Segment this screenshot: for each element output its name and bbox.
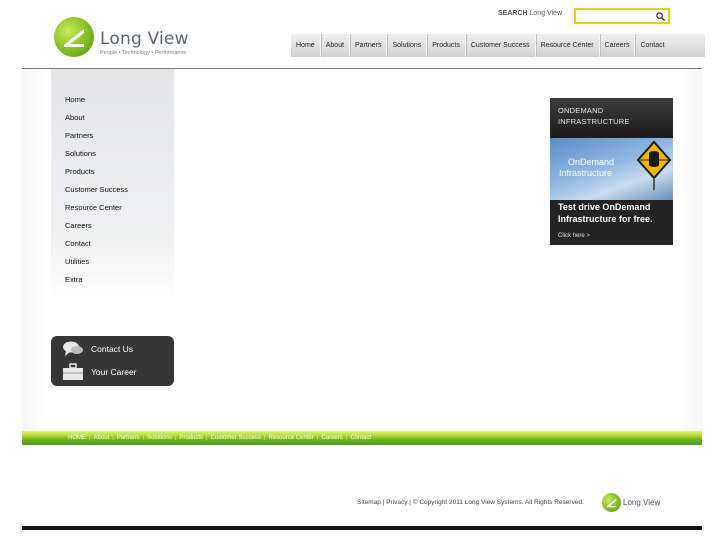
topnav-resource-center[interactable]: Resource Center xyxy=(536,34,600,57)
your-career-link[interactable]: Your Career xyxy=(62,362,137,382)
footer-logo-text: Long View xyxy=(623,498,661,507)
footer-logo-mark-icon xyxy=(602,493,621,512)
topnav-about[interactable]: About xyxy=(321,34,350,57)
ad-click-here-link[interactable]: Click here > xyxy=(558,233,590,239)
topnav-customer-success[interactable]: Customer Success xyxy=(466,34,536,57)
sidebar-item-partners[interactable]: Partners xyxy=(65,127,128,145)
footer-separator: | xyxy=(316,435,319,441)
sidebar-item-customer-success[interactable]: Customer Success xyxy=(65,181,128,199)
speech-bubbles-icon xyxy=(63,341,83,356)
sidebar-item-contact[interactable]: Contact xyxy=(65,235,128,253)
contact-us-label: Contact Us xyxy=(91,344,134,354)
sidebar-item-extra[interactable]: Extra xyxy=(65,271,128,289)
footer-link-products[interactable]: Products xyxy=(179,435,203,441)
quicklinks-panel: Contact Us Your Career xyxy=(51,336,174,386)
footer-separator: | xyxy=(174,435,177,441)
topnav-solutions[interactable]: Solutions xyxy=(387,34,428,57)
your-career-label: Your Career xyxy=(91,367,137,377)
footer-link-careers[interactable]: Careers xyxy=(321,435,342,441)
ad-image-line2: Infrastructure xyxy=(559,168,613,178)
footer-link-home[interactable]: HOME xyxy=(68,435,86,441)
footer-link-solutions[interactable]: Solutions xyxy=(147,435,172,441)
ondemand-ad-banner[interactable]: ONDEMAND INFRASTRUCTURE OnDemand Infrast… xyxy=(550,98,673,245)
footer-separator: | xyxy=(89,435,91,441)
sidebar-item-about[interactable]: About xyxy=(65,109,128,127)
page: Long View People • Technology • Performa… xyxy=(0,0,727,545)
footer-link-customer-success[interactable]: Customer Success xyxy=(211,435,261,441)
footer-link-partners[interactable]: Partners xyxy=(117,435,140,441)
topnav-partners[interactable]: Partners xyxy=(350,34,388,57)
ad-tagline-line2: Infrastructure for free. xyxy=(558,214,653,224)
search-label: SEARCH Long View xyxy=(498,10,563,17)
bottom-divider xyxy=(22,526,702,530)
sidebar-item-home[interactable]: Home xyxy=(65,91,128,109)
brand-name: Long View xyxy=(100,29,189,49)
topnav-products[interactable]: Products xyxy=(427,34,466,57)
sidebar-item-utilities[interactable]: Utilities xyxy=(65,253,128,271)
copyright-text: Sitemap | Privacy | © Copyright 2011 Lon… xyxy=(357,499,584,506)
brand-logo[interactable]: Long View People • Technology • Performa… xyxy=(54,17,214,61)
briefcase-icon xyxy=(63,363,83,380)
ad-heading-line1: ONDEMAND xyxy=(558,106,604,115)
top-navigation: Home About Partners Solutions Products C… xyxy=(291,34,705,57)
sidebar-navigation: Home About Partners Solutions Products C… xyxy=(65,91,128,289)
sidebar-item-products[interactable]: Products xyxy=(65,163,128,181)
footer-separator: | xyxy=(345,435,348,441)
sidebar-item-resource-center[interactable]: Resource Center xyxy=(65,199,128,217)
search-input[interactable] xyxy=(574,8,670,24)
database-road-sign-icon xyxy=(636,140,672,190)
ad-heading-line2: INFRASTRUCTURE xyxy=(558,117,630,126)
brand-tagline: People • Technology • Performance xyxy=(100,50,187,56)
topnav-home[interactable]: Home xyxy=(291,34,321,57)
topnav-careers[interactable]: Careers xyxy=(600,34,636,57)
sidebar-item-careers[interactable]: Careers xyxy=(65,217,128,235)
topnav-contact[interactable]: Contact xyxy=(635,34,669,57)
footer-link-about[interactable]: About xyxy=(94,435,110,441)
footer-link-resource-center[interactable]: Resource Center xyxy=(268,435,313,441)
ad-tagline-line1: Test drive OnDemand xyxy=(558,202,651,212)
contact-us-link[interactable]: Contact Us xyxy=(62,339,133,359)
footer-separator: | xyxy=(142,435,145,441)
footer-separator: | xyxy=(206,435,208,441)
footer-navigation: HOME | About | Partners | Solutions | Pr… xyxy=(68,431,371,445)
footer-separator: | xyxy=(263,435,266,441)
ad-image-line1: OnDemand xyxy=(568,157,615,167)
footer-link-contact[interactable]: Contact xyxy=(350,435,371,441)
sidebar-item-solutions[interactable]: Solutions xyxy=(65,145,128,163)
footer-separator: | xyxy=(112,435,114,441)
footer-logo[interactable]: Long View xyxy=(602,493,664,513)
logo-mark-icon xyxy=(54,17,94,57)
search-icon[interactable] xyxy=(655,11,666,22)
